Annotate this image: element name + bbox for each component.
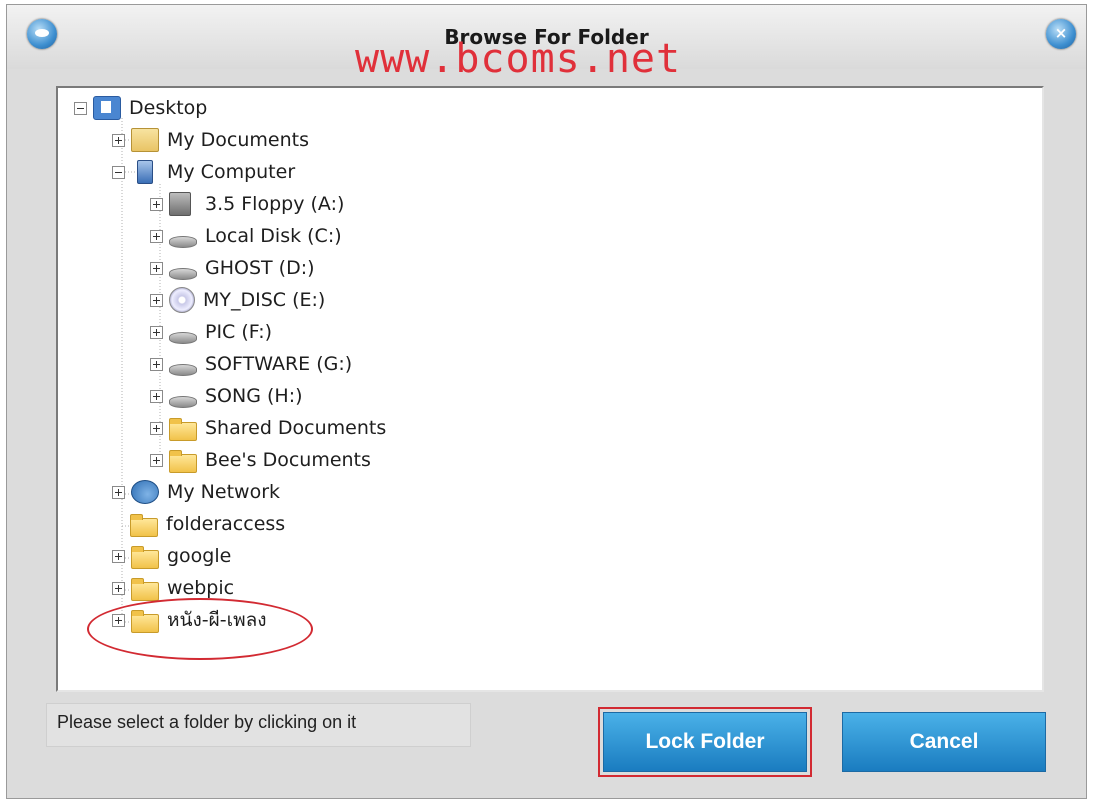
hard-drive-icon xyxy=(169,236,197,248)
watermark-text: www.bcoms.net xyxy=(355,36,682,82)
folder-icon xyxy=(130,513,158,537)
tree-item[interactable]: PIC (F:) xyxy=(150,318,272,346)
tree-item-label: webpic xyxy=(167,577,235,599)
expand-icon[interactable] xyxy=(150,389,163,403)
folder-icon xyxy=(131,577,159,601)
tree-item-label: My Documents xyxy=(167,129,310,151)
tree-item[interactable]: My Documents xyxy=(112,126,309,154)
expand-icon[interactable] xyxy=(112,581,125,595)
tree-item[interactable]: Desktop xyxy=(74,94,207,122)
collapse-icon[interactable] xyxy=(74,101,87,115)
network-icon xyxy=(131,480,159,504)
tree-item-label: Bee's Documents xyxy=(205,449,371,471)
tree-item-label: My Network xyxy=(167,481,281,503)
tree-item[interactable]: Local Disk (C:) xyxy=(150,222,342,250)
hard-drive-icon xyxy=(169,396,197,408)
tree-item[interactable]: SOFTWARE (G:) xyxy=(150,350,352,378)
expand-icon[interactable] xyxy=(150,197,163,211)
my-documents-icon xyxy=(131,128,159,152)
tree-item-label: SOFTWARE (G:) xyxy=(205,353,353,375)
cd-drive-icon xyxy=(169,287,195,313)
status-text: Please select a folder by clicking on it xyxy=(46,703,471,747)
computer-icon xyxy=(137,160,153,184)
tree-item[interactable]: 3.5 Floppy (A:) xyxy=(150,190,344,218)
tree-item-label: PIC (F:) xyxy=(205,321,273,343)
expand-icon[interactable] xyxy=(112,485,125,499)
tree-item-label: Shared Documents xyxy=(205,417,387,439)
expand-icon[interactable] xyxy=(150,261,163,275)
collapse-icon[interactable] xyxy=(112,165,125,179)
tree-item[interactable]: google xyxy=(112,542,231,570)
tree-item[interactable]: Shared Documents xyxy=(150,414,386,442)
expand-icon[interactable] xyxy=(112,549,125,563)
tree-item-label: My Computer xyxy=(167,161,296,183)
expand-icon[interactable] xyxy=(150,421,163,435)
lock-folder-button[interactable]: Lock Folder xyxy=(598,707,812,777)
hard-drive-icon xyxy=(169,332,197,344)
tree-item-label: Desktop xyxy=(129,97,208,119)
tree-item-label: GHOST (D:) xyxy=(205,257,315,279)
tree-item[interactable]: My Computer xyxy=(112,158,295,186)
folder-icon xyxy=(169,449,197,473)
hard-drive-icon xyxy=(169,268,197,280)
tree-item[interactable]: folderaccess xyxy=(112,510,285,538)
tree-item[interactable]: My Network xyxy=(112,478,280,506)
hard-drive-icon xyxy=(169,364,197,376)
tree-item-label: Local Disk (C:) xyxy=(205,225,342,247)
tree-item[interactable]: GHOST (D:) xyxy=(150,254,315,282)
tree-item-label: 3.5 Floppy (A:) xyxy=(205,193,345,215)
expand-icon[interactable] xyxy=(150,293,163,307)
close-icon[interactable]: × xyxy=(1046,19,1076,49)
desktop-icon xyxy=(93,96,121,120)
folder-icon xyxy=(131,545,159,569)
cancel-button[interactable]: Cancel xyxy=(842,712,1046,772)
tree-item-label: MY_DISC (E:) xyxy=(203,289,326,311)
tree-item-label: google xyxy=(167,545,232,567)
tree-item[interactable]: Bee's Documents xyxy=(150,446,371,474)
expand-icon[interactable] xyxy=(112,133,125,147)
folder-icon xyxy=(169,417,197,441)
expand-icon[interactable] xyxy=(150,357,163,371)
highlight-ellipse xyxy=(87,598,313,660)
expand-icon[interactable] xyxy=(150,229,163,243)
tree-item[interactable]: MY_DISC (E:) xyxy=(150,286,325,314)
floppy-drive-icon xyxy=(169,192,191,216)
expand-icon[interactable] xyxy=(150,453,163,467)
expand-icon[interactable] xyxy=(150,325,163,339)
tree-item[interactable]: SONG (H:) xyxy=(150,382,303,410)
tree-item-label: SONG (H:) xyxy=(205,385,303,407)
tree-item-label: folderaccess xyxy=(166,513,286,535)
